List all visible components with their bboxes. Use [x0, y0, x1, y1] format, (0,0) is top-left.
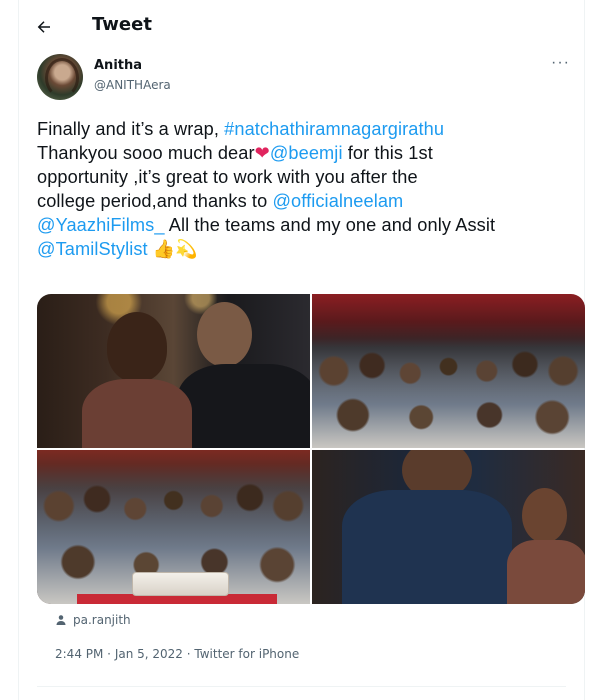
media-grid	[37, 294, 585, 604]
thumbs-up-emoji-icon: 👍	[152, 239, 176, 259]
meta-separator: ·	[103, 647, 115, 661]
avatar[interactable]	[37, 54, 83, 100]
tweet-text: Finally and it’s a wrap, #natchathiramna…	[37, 117, 577, 261]
photo-3[interactable]	[37, 450, 310, 604]
tweet-time[interactable]: 2:44 PM	[55, 647, 103, 661]
author-handle[interactable]: @ANITHAera	[94, 78, 171, 92]
tweet-text-segment: college period,and thanks to	[37, 191, 273, 211]
arrow-left-icon	[37, 21, 50, 33]
hashtag-link[interactable]: #natchathiramnagargirathu	[224, 119, 444, 139]
tagged-user-name: pa.ranjith	[73, 613, 131, 627]
mention-link-yaazhifilms[interactable]: @YaazhiFilms_	[37, 215, 165, 235]
tweet-text-segment: Thankyou sooo much dear	[37, 143, 255, 163]
back-button[interactable]	[29, 12, 59, 42]
page-title: Tweet	[92, 14, 152, 35]
mention-link-beemji[interactable]: @beemji	[270, 143, 343, 163]
tweet-date[interactable]: Jan 5, 2022	[115, 647, 183, 661]
tweet-author: Anitha @ANITHAera ···	[19, 52, 584, 104]
tweet-text-segment: for this 1st	[342, 143, 433, 163]
divider	[37, 686, 566, 687]
top-bar: Tweet	[19, 0, 584, 52]
photo-2[interactable]	[312, 294, 585, 448]
mention-link-officialneelam[interactable]: @officialneelam	[272, 191, 403, 211]
tagged-users[interactable]: pa.ranjith	[55, 613, 131, 627]
photo-1[interactable]	[37, 294, 310, 448]
photo-4[interactable]	[312, 450, 585, 604]
tweet-text-segment: Finally and it’s a wrap,	[37, 119, 225, 139]
more-options-button[interactable]: ···	[551, 54, 570, 72]
tweet-text-segment: All the teams and my one and only Assit	[164, 215, 496, 235]
meta-separator: ·	[182, 647, 195, 661]
person-icon	[56, 615, 66, 625]
heart-emoji-icon: ❤	[254, 143, 270, 163]
mention-link-tamilstylist[interactable]: @TamilStylist	[37, 239, 148, 259]
tweet-meta: 2:44 PM · Jan 5, 2022 · Twitter for iPho…	[55, 647, 299, 661]
tweet-page: Tweet Anitha @ANITHAera ··· Finally and …	[18, 0, 585, 700]
tweet-text-segment: opportunity ,it’s great to work with you…	[37, 167, 418, 187]
author-display-name[interactable]: Anitha	[94, 58, 142, 73]
tweet-source[interactable]: Twitter for iPhone	[194, 647, 299, 661]
dizzy-emoji-icon: 💫	[175, 239, 198, 259]
